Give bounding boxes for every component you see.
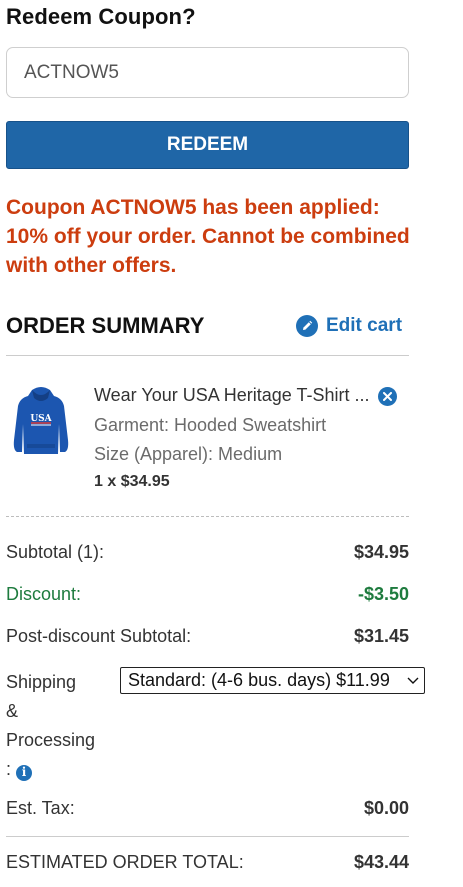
coupon-applied-message: Coupon ACTNOW5 has been applied: 10% off… <box>6 196 410 277</box>
shipping-label-line: Shipping <box>6 672 77 692</box>
item-quantity-price: 1 x $34.95 <box>94 473 170 490</box>
item-size: Size (Apparel): Medium <box>94 444 283 464</box>
shipping-label: Shipping & Processing : i <box>6 668 106 784</box>
edit-cart-link[interactable]: Edit cart <box>296 315 402 337</box>
subtotal-value: $34.95 <box>353 542 409 562</box>
chevron-down-icon <box>407 677 419 684</box>
dashed-divider <box>6 516 409 517</box>
tax-label: Est. Tax: <box>6 798 75 818</box>
coupon-code-input[interactable] <box>6 47 409 98</box>
divider <box>6 355 409 356</box>
post-discount-label: Post-discount Subtotal: <box>6 626 192 646</box>
shipping-label-line: Processing <box>6 730 96 750</box>
item-title[interactable]: Wear Your USA Heritage T-Shirt ... <box>94 385 369 406</box>
discount-label: Discount: <box>6 584 82 604</box>
info-icon[interactable]: i <box>16 764 33 781</box>
shipping-selected-value: Standard: (4-6 bus. days) $11.99 <box>128 670 390 690</box>
item-garment: Garment: Hooded Sweatshirt <box>94 415 327 435</box>
coupon-heading: Redeem Coupon? <box>6 4 196 29</box>
cart-panel: Redeem Coupon? REDEEM Coupon ACTNOW5 has… <box>0 0 463 887</box>
discount-value: -$3.50 <box>357 584 409 604</box>
subtotal-label: Subtotal (1): <box>6 542 105 562</box>
remove-item-icon[interactable] <box>378 387 397 406</box>
divider <box>6 836 409 837</box>
order-total-value: $43.44 <box>353 852 409 872</box>
redeem-button[interactable]: REDEEM <box>6 121 409 169</box>
order-summary-heading: ORDER SUMMARY <box>6 313 205 338</box>
post-discount-value: $31.45 <box>353 626 409 646</box>
shipping-label-line: : i <box>6 755 106 784</box>
edit-cart-label: Edit cart <box>326 315 403 336</box>
tax-value: $0.00 <box>363 798 409 818</box>
shipping-method-select[interactable]: Standard: (4-6 bus. days) $11.99 <box>120 667 425 694</box>
order-total-label: ESTIMATED ORDER TOTAL: <box>6 852 244 872</box>
shipping-label-line: & <box>6 701 19 721</box>
pencil-icon <box>296 315 318 337</box>
product-image[interactable]: USA <box>10 384 72 460</box>
